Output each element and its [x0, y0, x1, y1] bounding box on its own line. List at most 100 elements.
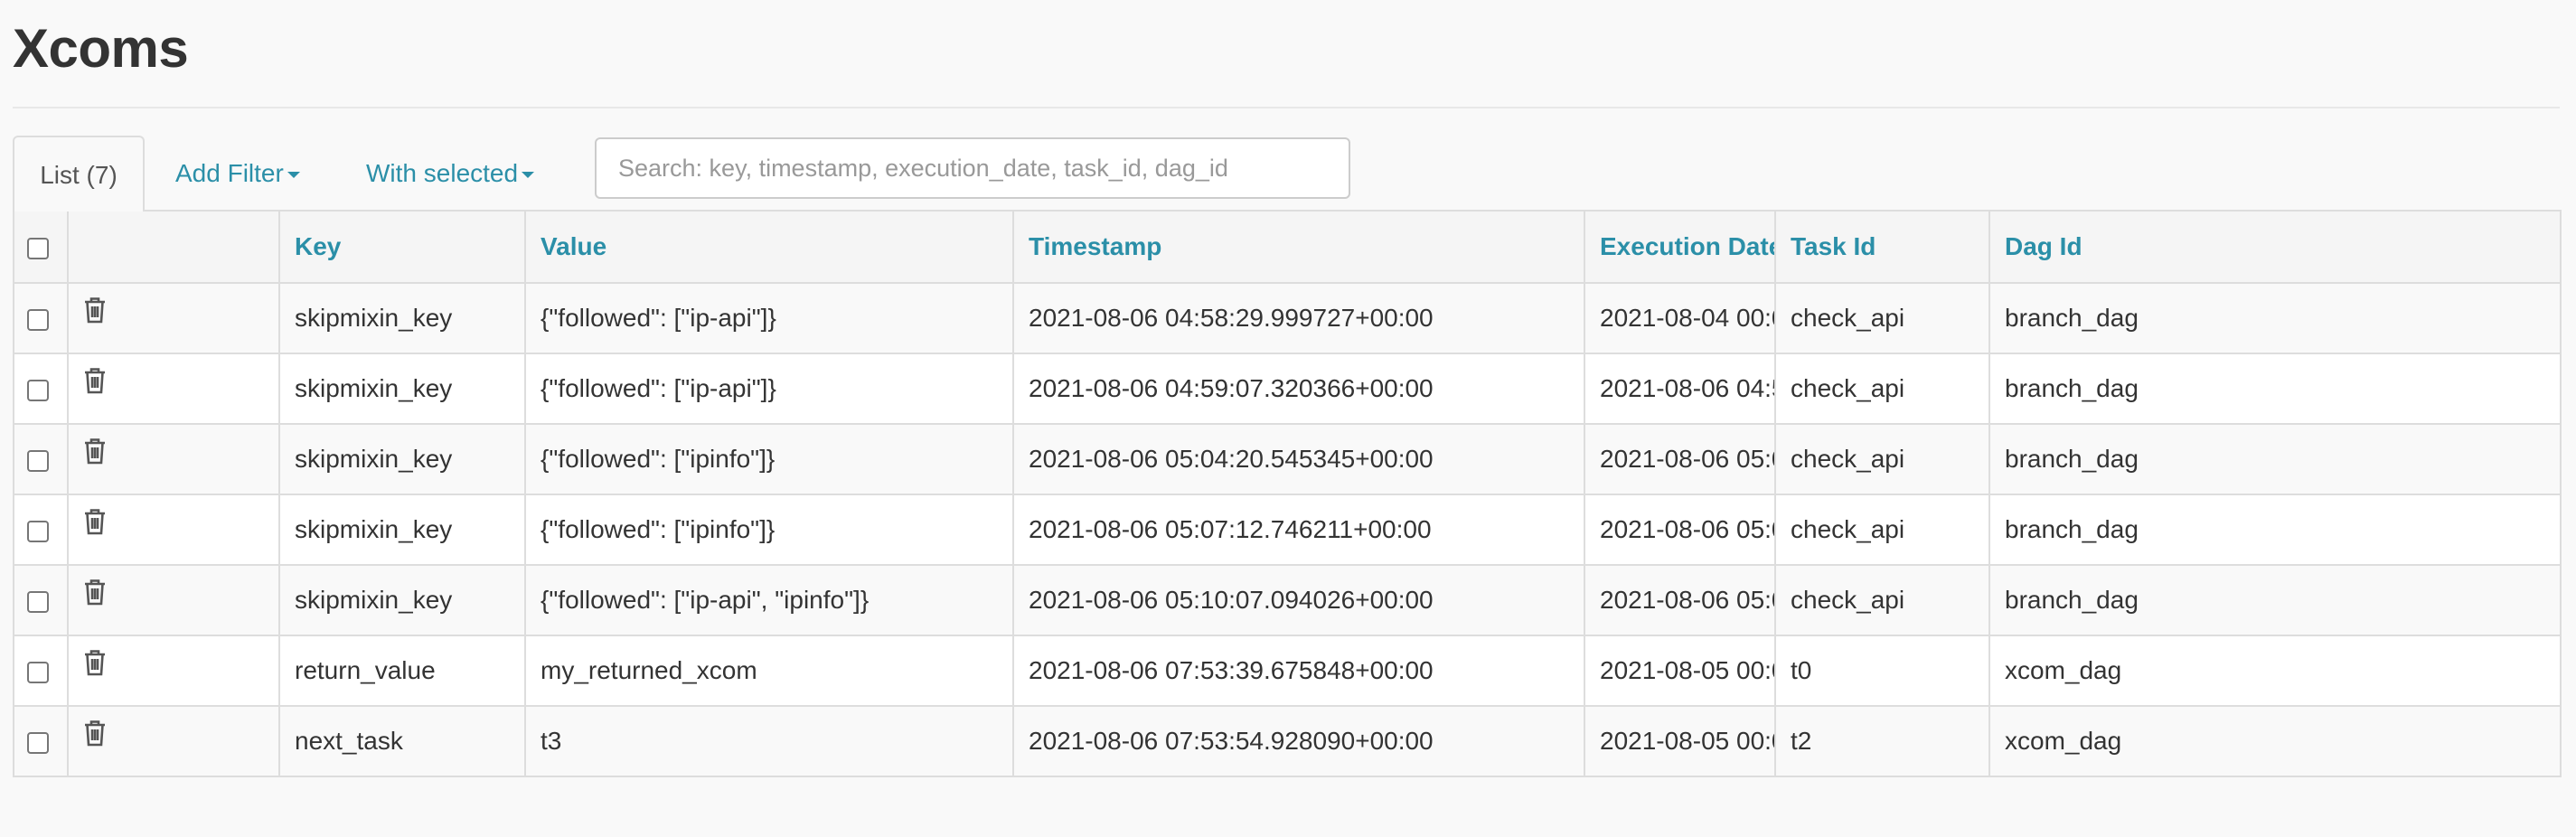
- cell-task-id: check_api: [1774, 564, 1990, 636]
- row-checkbox[interactable]: [27, 520, 49, 542]
- row-checkbox[interactable]: [27, 731, 49, 754]
- row-actions-cell: [67, 705, 280, 777]
- cell-dag-id: branch_dag: [1988, 282, 2562, 354]
- cell-dag-id: branch_dag: [1988, 353, 2562, 425]
- table-row: return_value my_returned_xcom 2021-08-06…: [13, 635, 2562, 707]
- cell-execution-date: 2021-08-06 05:04:11.005899+00:00: [1584, 423, 1776, 495]
- row-actions-cell: [67, 282, 280, 354]
- with-selected-dropdown[interactable]: With selected: [366, 136, 535, 212]
- cell-task-id: t2: [1774, 705, 1990, 777]
- cell-key: skipmixin_key: [278, 564, 526, 636]
- table-row: skipmixin_key {"followed": ["ipinfo"]} 2…: [13, 423, 2562, 495]
- row-actions-cell: [67, 635, 280, 707]
- row-select-cell: [13, 635, 69, 707]
- cell-execution-date: 2021-08-04 00:00:00+00:00: [1584, 282, 1776, 354]
- row-actions-cell: [67, 564, 280, 636]
- caret-down-icon: [287, 172, 300, 179]
- row-actions-cell: [67, 353, 280, 425]
- cell-execution-date: 2021-08-06 04:59:00.103026+00:00: [1584, 353, 1776, 425]
- table-header-row: Key Value Timestamp Execution Date Task …: [13, 210, 2562, 284]
- row-select-cell: [13, 705, 69, 777]
- list-toolbar: List (7) Add Filter With selected: [13, 136, 2560, 212]
- cell-task-id: t0: [1774, 635, 1990, 707]
- row-checkbox[interactable]: [27, 308, 49, 331]
- cell-key: skipmixin_key: [278, 423, 526, 495]
- cell-task-id: check_api: [1774, 282, 1990, 354]
- row-checkbox[interactable]: [27, 661, 49, 683]
- cell-timestamp: 2021-08-06 05:10:07.094026+00:00: [1012, 564, 1585, 636]
- cell-value: {"followed": ["ipinfo"]}: [524, 494, 1014, 566]
- cell-key: skipmixin_key: [278, 494, 526, 566]
- trash-icon[interactable]: [83, 367, 107, 400]
- trash-icon[interactable]: [83, 578, 107, 612]
- add-filter-dropdown[interactable]: Add Filter: [175, 136, 300, 212]
- row-actions-cell: [67, 423, 280, 495]
- column-header-value[interactable]: Value: [524, 210, 1014, 284]
- table-row: next_task t3 2021-08-06 07:53:54.928090+…: [13, 705, 2562, 777]
- row-checkbox[interactable]: [27, 449, 49, 472]
- cell-timestamp: 2021-08-06 05:07:12.746211+00:00: [1012, 494, 1585, 566]
- table-body: skipmixin_key {"followed": ["ip-api"]} 2…: [13, 282, 2562, 777]
- trash-icon[interactable]: [83, 437, 107, 471]
- add-filter-label: Add Filter: [175, 159, 284, 187]
- column-header-execution-date[interactable]: Execution Date: [1584, 210, 1776, 284]
- cell-execution-date: 2021-08-06 05:07:07.470252+00:00: [1584, 494, 1776, 566]
- column-header-task-id[interactable]: Task Id: [1774, 210, 1990, 284]
- column-header-dag-id[interactable]: Dag Id: [1988, 210, 2562, 284]
- cell-task-id: check_api: [1774, 494, 1990, 566]
- table-row: skipmixin_key {"followed": ["ip-api", "i…: [13, 564, 2562, 636]
- cell-execution-date: 2021-08-05 00:00:00+00:00: [1584, 705, 1776, 777]
- xcoms-table: Key Value Timestamp Execution Date Task …: [13, 210, 2562, 777]
- actions-header: [67, 210, 280, 284]
- cell-task-id: check_api: [1774, 353, 1990, 425]
- select-all-checkbox[interactable]: [27, 237, 49, 259]
- cell-value: {"followed": ["ipinfo"]}: [524, 423, 1014, 495]
- with-selected-label: With selected: [366, 159, 519, 187]
- cell-dag-id: branch_dag: [1988, 423, 2562, 495]
- cell-execution-date: 2021-08-06 05:09:58.021459+00:00: [1584, 564, 1776, 636]
- cell-timestamp: 2021-08-06 04:58:29.999727+00:00: [1012, 282, 1585, 354]
- cell-key: return_value: [278, 635, 526, 707]
- cell-task-id: check_api: [1774, 423, 1990, 495]
- row-checkbox[interactable]: [27, 590, 49, 613]
- cell-value: {"followed": ["ip-api"]}: [524, 282, 1014, 354]
- select-all-cell: [13, 210, 69, 284]
- cell-key: next_task: [278, 705, 526, 777]
- row-select-cell: [13, 564, 69, 636]
- column-header-timestamp[interactable]: Timestamp: [1012, 210, 1585, 284]
- cell-key: skipmixin_key: [278, 353, 526, 425]
- cell-value: {"followed": ["ip-api", "ipinfo"]}: [524, 564, 1014, 636]
- cell-timestamp: 2021-08-06 05:04:20.545345+00:00: [1012, 423, 1585, 495]
- cell-value: my_returned_xcom: [524, 635, 1014, 707]
- trash-icon[interactable]: [83, 296, 107, 330]
- trash-icon[interactable]: [83, 649, 107, 682]
- cell-value: t3: [524, 705, 1014, 777]
- trash-icon[interactable]: [83, 719, 107, 753]
- row-select-cell: [13, 494, 69, 566]
- cell-dag-id: branch_dag: [1988, 494, 2562, 566]
- cell-timestamp: 2021-08-06 07:53:54.928090+00:00: [1012, 705, 1585, 777]
- cell-timestamp: 2021-08-06 07:53:39.675848+00:00: [1012, 635, 1585, 707]
- table-row: skipmixin_key {"followed": ["ip-api"]} 2…: [13, 353, 2562, 425]
- cell-dag-id: branch_dag: [1988, 564, 2562, 636]
- trash-icon[interactable]: [83, 508, 107, 541]
- caret-down-icon: [522, 172, 535, 179]
- row-select-cell: [13, 423, 69, 495]
- cell-key: skipmixin_key: [278, 282, 526, 354]
- search-input[interactable]: [595, 137, 1350, 199]
- xcoms-page: Xcoms List (7) Add Filter With selected …: [0, 0, 2576, 837]
- row-checkbox[interactable]: [27, 379, 49, 401]
- cell-dag-id: xcom_dag: [1988, 635, 2562, 707]
- row-select-cell: [13, 353, 69, 425]
- column-header-key[interactable]: Key: [278, 210, 526, 284]
- cell-dag-id: xcom_dag: [1988, 705, 2562, 777]
- row-select-cell: [13, 282, 69, 354]
- cell-execution-date: 2021-08-05 00:00:00+00:00: [1584, 635, 1776, 707]
- title-divider: [13, 107, 2560, 108]
- table-row: skipmixin_key {"followed": ["ipinfo"]} 2…: [13, 494, 2562, 566]
- cell-value: {"followed": ["ip-api"]}: [524, 353, 1014, 425]
- tab-list[interactable]: List (7): [13, 136, 145, 212]
- cell-timestamp: 2021-08-06 04:59:07.320366+00:00: [1012, 353, 1585, 425]
- page-title: Xcoms: [13, 18, 189, 79]
- row-actions-cell: [67, 494, 280, 566]
